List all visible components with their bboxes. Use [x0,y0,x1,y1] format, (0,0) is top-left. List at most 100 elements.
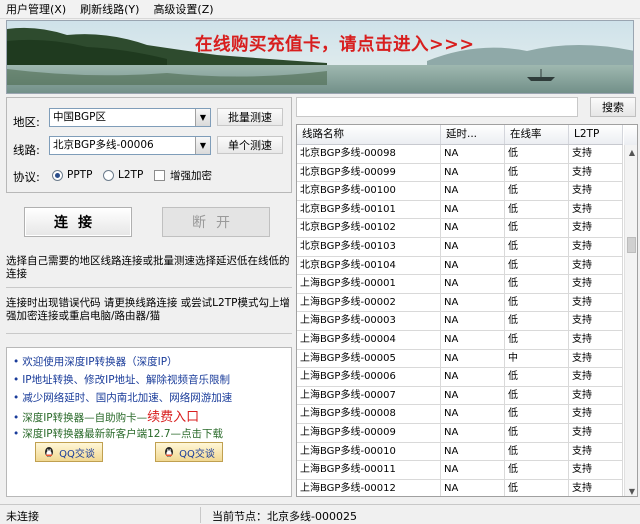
cell-l2tp: 支持 [569,423,623,442]
cell-line-name: 上海BGP多线-00003 [297,312,441,330]
cell-latency: NA [441,386,505,405]
search-button[interactable]: 搜索 [590,97,636,117]
cell-line-name: 北京BGP多线-00101 [297,200,441,219]
column-header-latency[interactable]: 延时... [441,125,505,144]
column-header-l2tp[interactable]: L2TP [569,125,623,144]
cell-l2tp: 支持 [569,293,623,312]
cell-line-name: 北京BGP多线-00102 [297,219,441,237]
single-speed-test-button[interactable]: 单个测速 [217,136,283,154]
batch-speed-test-button[interactable]: 批量测速 [217,108,283,126]
table-row[interactable]: 上海BGP多线-00011 NA 低支持 [297,461,623,480]
status-bar: 未连接 当前节点：北京多线-000025 [0,504,640,524]
menu-bar: 用户管理(X) 刷新线路(Y) 高级设置(Z) [0,0,640,19]
table-row[interactable]: 上海BGP多线-00004 NA 低支持 [297,330,623,350]
cell-line-name: 上海BGP多线-00005 [297,349,441,368]
table-header: 线路名称 延时... 在线率 L2TP [297,125,623,145]
cell-online-rate: 低 [505,423,569,442]
cell-line-name: 上海BGP多线-00011 [297,461,441,479]
cell-latency: NA [441,461,505,479]
cell-l2tp: 支持 [569,200,623,219]
cell-l2tp: 支持 [569,256,623,275]
cell-line-name: 上海BGP多线-00008 [297,405,441,423]
cell-online-rate: 低 [505,237,569,256]
table-row[interactable]: 上海BGP多线-00001 NA 低支持 [297,275,623,294]
table-row[interactable]: 上海BGP多线-00008 NA 低支持 [297,405,623,424]
table-row[interactable]: 北京BGP多线-00101 NA 低支持 [297,200,623,220]
cell-online-rate: 低 [505,200,569,219]
pptp-radio[interactable] [52,170,63,181]
cell-line-name: 上海BGP多线-00001 [297,275,441,293]
qq-penguin-icon [165,447,174,457]
table-row[interactable]: 北京BGP多线-00103 NA 低支持 [297,237,623,257]
table-row[interactable]: 上海BGP多线-00003 NA 低支持 [297,312,623,331]
table-row[interactable]: 北京BGP多线-00099 NA 低支持 [297,163,623,183]
cell-line-name: 上海BGP多线-00007 [297,386,441,405]
chevron-down-icon[interactable]: ▼ [195,137,210,154]
cell-online-rate: 低 [505,330,569,349]
client-download-link[interactable]: • 深度IP转换器最新新客户端12.7—点击下载 [13,426,223,441]
table-row[interactable]: 上海BGP多线-00007 NA 低支持 [297,386,623,406]
table-row[interactable]: 上海BGP多线-00009 NA 低支持 [297,423,623,443]
renewal-link[interactable]: • 深度IP转换器—自助购卡—续费入口 [13,406,199,425]
cell-l2tp: 支持 [569,405,623,423]
purchase-banner[interactable]: 在线购买充值卡，请点击进入>>> [6,20,634,94]
cell-online-rate: 低 [505,386,569,405]
scroll-down-icon[interactable]: ▼ [625,484,637,496]
cell-latency: NA [441,442,505,461]
table-row[interactable]: 北京BGP多线-00102 NA 低支持 [297,219,623,238]
qq-chat-button-2[interactable]: QQ交谈 [155,442,223,462]
qq-penguin-icon [45,447,54,457]
cell-l2tp: 支持 [569,163,623,182]
cell-l2tp: 支持 [569,145,623,163]
menu-user-management[interactable]: 用户管理(X) [6,1,66,17]
menu-advanced-settings[interactable]: 高级设置(Z) [153,1,213,17]
cell-line-name: 上海BGP多线-00002 [297,293,441,312]
line-selection-hint: 选择自己需要的地区线路连接或批量测速选择延迟低在线低的连接 [6,255,290,280]
promo-panel: • 欢迎使用深度IP转换器（深度IP） • IP地址转换、修改IP地址、解除视频音乐… [6,347,292,497]
promo-welcome: • 欢迎使用深度IP转换器（深度IP） [13,356,178,368]
cell-line-name: 上海BGP多线-00010 [297,442,441,461]
table-row[interactable]: 上海BGP多线-00005 NA 中支持 [297,349,623,369]
cell-online-rate: 低 [505,405,569,423]
scroll-up-icon[interactable]: ▲ [625,145,637,159]
connection-status: 未连接 [6,510,39,523]
cell-l2tp: 支持 [569,275,623,293]
line-table: 线路名称 延时... 在线率 L2TP 北京BGP多线-00098 NA 低支持 北京… [296,124,638,497]
qq-chat-button-1[interactable]: QQ交谈 [35,442,103,462]
cell-line-name: 上海BGP多线-00004 [297,330,441,349]
table-row[interactable]: 北京BGP多线-00100 NA 低支持 [297,182,623,201]
table-row[interactable]: 上海BGP多线-00002 NA 低支持 [297,293,623,313]
cell-line-name: 北京BGP多线-00104 [297,256,441,275]
column-header-online-rate[interactable]: 在线率 [505,125,569,144]
line-select[interactable]: 北京BGP多线-00006 ▼ [49,136,211,155]
table-row[interactable]: 北京BGP多线-00104 NA 低支持 [297,256,623,276]
cell-line-name: 北京BGP多线-00103 [297,237,441,256]
menu-refresh-lines[interactable]: 刷新线路(Y) [80,1,139,17]
column-header-line-name[interactable]: 线路名称 [297,125,441,144]
table-row[interactable]: 上海BGP多线-00006 NA 低支持 [297,368,623,387]
search-input[interactable] [296,97,578,117]
banner-headline[interactable]: 在线购买充值卡，请点击进入>>> [195,31,475,56]
cell-latency: NA [441,275,505,293]
cell-online-rate: 低 [505,275,569,293]
cell-online-rate: 低 [505,368,569,386]
scroll-thumb[interactable] [627,237,636,253]
connect-button[interactable]: 连接 [24,207,132,237]
table-row[interactable]: 上海BGP多线-00012 NA 低支持 [297,479,623,496]
table-row[interactable]: 上海BGP多线-00010 NA 低支持 [297,442,623,462]
divider [6,287,292,288]
cell-online-rate: 低 [505,163,569,182]
cell-l2tp: 支持 [569,237,623,256]
disconnect-button[interactable]: 断开 [162,207,270,237]
cell-latency: NA [441,405,505,423]
chevron-down-icon[interactable]: ▼ [195,109,210,126]
cell-latency: NA [441,182,505,200]
cell-latency: NA [441,368,505,386]
vertical-scrollbar[interactable]: ▲ ▼ [624,145,637,496]
enhanced-encryption-checkbox[interactable] [154,170,165,181]
l2tp-radio[interactable] [103,170,114,181]
table-row[interactable]: 北京BGP多线-00098 NA 低支持 [297,145,623,164]
region-label: 地区: [13,115,40,129]
region-select[interactable]: 中国BGP区 ▼ [49,108,211,127]
cell-latency: NA [441,237,505,256]
